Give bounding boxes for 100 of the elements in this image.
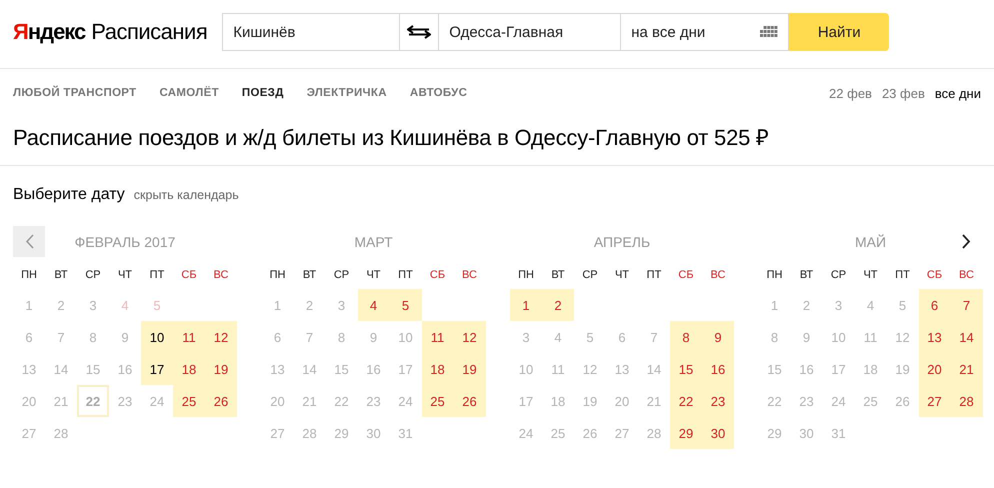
calendar-day[interactable]: 5 bbox=[390, 289, 422, 321]
calendar-day[interactable]: 26 bbox=[454, 385, 486, 417]
calendar-day[interactable]: 30 bbox=[702, 417, 734, 449]
to-field[interactable]: Одесса-Главная bbox=[438, 13, 622, 51]
weekday-label: ВТ bbox=[302, 268, 318, 282]
calendar-day: 3 bbox=[510, 321, 542, 353]
calendar-day[interactable]: 28 bbox=[950, 385, 982, 417]
calendar-day[interactable]: 26 bbox=[205, 385, 237, 417]
calendar-day[interactable]: 10 bbox=[141, 321, 173, 353]
weekday-label: ВТ bbox=[53, 268, 69, 282]
calendar-day[interactable]: 19 bbox=[454, 353, 486, 385]
calendar-day: 10 bbox=[390, 321, 422, 353]
search-button[interactable]: Найти bbox=[789, 13, 890, 51]
date-field[interactable]: на все дни bbox=[620, 13, 790, 51]
calendar-day[interactable]: 7 bbox=[950, 289, 982, 321]
calendar-day[interactable]: 18 bbox=[422, 353, 454, 385]
calendar-day: 17 bbox=[822, 353, 854, 385]
calendar-day[interactable]: 11 bbox=[422, 321, 454, 353]
weekday-label: СР bbox=[332, 268, 350, 282]
month-title: АПРЕЛЬ bbox=[594, 234, 650, 250]
calendar-day[interactable]: 9 bbox=[702, 321, 734, 353]
calendar-day[interactable]: 12 bbox=[205, 321, 237, 353]
calendar-day: 27 bbox=[262, 417, 294, 449]
calendar-day: 29 bbox=[758, 417, 790, 449]
transport-tab[interactable]: ЛЮБОЙ ТРАНСПОРТ bbox=[13, 87, 136, 99]
calendar-day[interactable]: 25 bbox=[173, 385, 205, 417]
calendar-day: 20 bbox=[262, 385, 294, 417]
calendar-day: 24 bbox=[141, 385, 173, 417]
calendar-day[interactable]: 11 bbox=[173, 321, 205, 353]
calendar-day: 10 bbox=[822, 321, 854, 353]
weekday-label: ВТ bbox=[550, 268, 566, 282]
transport-tab[interactable]: ЭЛЕКТРИЧКА bbox=[306, 87, 387, 99]
calendar-day[interactable]: 25 bbox=[422, 385, 454, 417]
calendar-day[interactable]: 27 bbox=[918, 385, 950, 417]
calendar-day: 3 bbox=[77, 289, 109, 321]
calendar-day: 18 bbox=[854, 353, 886, 385]
calendar-day[interactable]: 20 bbox=[918, 353, 950, 385]
calendar-day: 4 bbox=[542, 321, 574, 353]
calendar-day: 14 bbox=[294, 353, 326, 385]
calendar-day[interactable]: 23 bbox=[702, 385, 734, 417]
calendar-day: 23 bbox=[358, 385, 390, 417]
calendar-day[interactable]: 22 bbox=[670, 385, 702, 417]
calendar-day: 7 bbox=[45, 321, 77, 353]
calendar-day[interactable]: 13 bbox=[918, 321, 950, 353]
calendar-day[interactable]: 15 bbox=[670, 353, 702, 385]
calendar-day: 5 bbox=[574, 321, 606, 353]
calendar-day[interactable]: 12 bbox=[454, 321, 486, 353]
calendar-day: 11 bbox=[854, 321, 886, 353]
month-title: ФЕВРАЛЬ 2017 bbox=[74, 234, 176, 250]
calendar-day[interactable]: 19 bbox=[205, 353, 237, 385]
logo[interactable]: Яндекс Расписания bbox=[13, 17, 208, 47]
calendar-day: 6 bbox=[13, 321, 45, 353]
calendar-day[interactable]: 16 bbox=[702, 353, 734, 385]
calendar-day: 22 bbox=[758, 385, 790, 417]
calendar-day: 7 bbox=[638, 321, 670, 353]
calendar-day[interactable]: 8 bbox=[670, 321, 702, 353]
calendar-day[interactable]: 1 bbox=[510, 289, 542, 321]
calendar-day: 21 bbox=[45, 385, 77, 417]
calendar-day: 18 bbox=[542, 385, 574, 417]
date-link[interactable]: 23 фев bbox=[882, 86, 925, 100]
calendar-day: 5 bbox=[141, 289, 173, 321]
calendar-day: 28 bbox=[638, 417, 670, 449]
calendar-day: 22 bbox=[326, 385, 358, 417]
calendar-day[interactable]: 29 bbox=[670, 417, 702, 449]
calendar-day: 25 bbox=[854, 385, 886, 417]
calendar-day: 26 bbox=[574, 417, 606, 449]
calendar-day: 23 bbox=[790, 385, 822, 417]
calendar-day: 11 bbox=[542, 353, 574, 385]
calendar-day[interactable]: 4 bbox=[358, 289, 390, 321]
transport-tab[interactable]: ПОЕЗД bbox=[242, 87, 284, 99]
hide-calendar-link[interactable]: скрыть календарь bbox=[134, 188, 239, 202]
calendar-day: 2 bbox=[45, 289, 77, 321]
calendar-day[interactable]: 18 bbox=[173, 353, 205, 385]
weekday-label: ЧТ bbox=[614, 268, 630, 282]
transport-tab[interactable]: АВТОБУС bbox=[410, 87, 468, 99]
calendar-day[interactable]: 14 bbox=[950, 321, 982, 353]
date-link[interactable]: все дни bbox=[934, 86, 981, 100]
calendar-day[interactable]: 6 bbox=[918, 289, 950, 321]
swap-arrows-icon bbox=[407, 25, 432, 39]
calendar-day: 3 bbox=[822, 289, 854, 321]
calendar-day: 15 bbox=[77, 353, 109, 385]
page-heading: Расписание поездов и ж/д билеты из Кишинёва в Одессу-Главную от 525 ₽ bbox=[12, 124, 770, 152]
weekday-label: СБ bbox=[677, 268, 695, 282]
calendar-day: 12 bbox=[886, 321, 918, 353]
calendar-day: 13 bbox=[606, 353, 638, 385]
calendar-day: 20 bbox=[13, 385, 45, 417]
weekday-label: ПН bbox=[517, 268, 535, 282]
calendar-day: 9 bbox=[109, 321, 141, 353]
date-link[interactable]: 22 фев bbox=[829, 86, 872, 100]
calendar-day: 1 bbox=[262, 289, 294, 321]
transport-tab[interactable]: САМОЛЁТ bbox=[159, 87, 219, 99]
from-field[interactable]: Кишинёв bbox=[222, 13, 400, 51]
calendar-day[interactable]: 21 bbox=[950, 353, 982, 385]
weekday-label: ВС bbox=[212, 268, 230, 282]
calendar-day[interactable]: 17 bbox=[141, 353, 173, 385]
weekday-label: СБ bbox=[180, 268, 198, 282]
calendar-day: 19 bbox=[574, 385, 606, 417]
calendar-day[interactable]: 2 bbox=[542, 289, 574, 321]
weekday-label: ЧТ bbox=[116, 268, 134, 282]
swap-button[interactable] bbox=[399, 13, 440, 51]
